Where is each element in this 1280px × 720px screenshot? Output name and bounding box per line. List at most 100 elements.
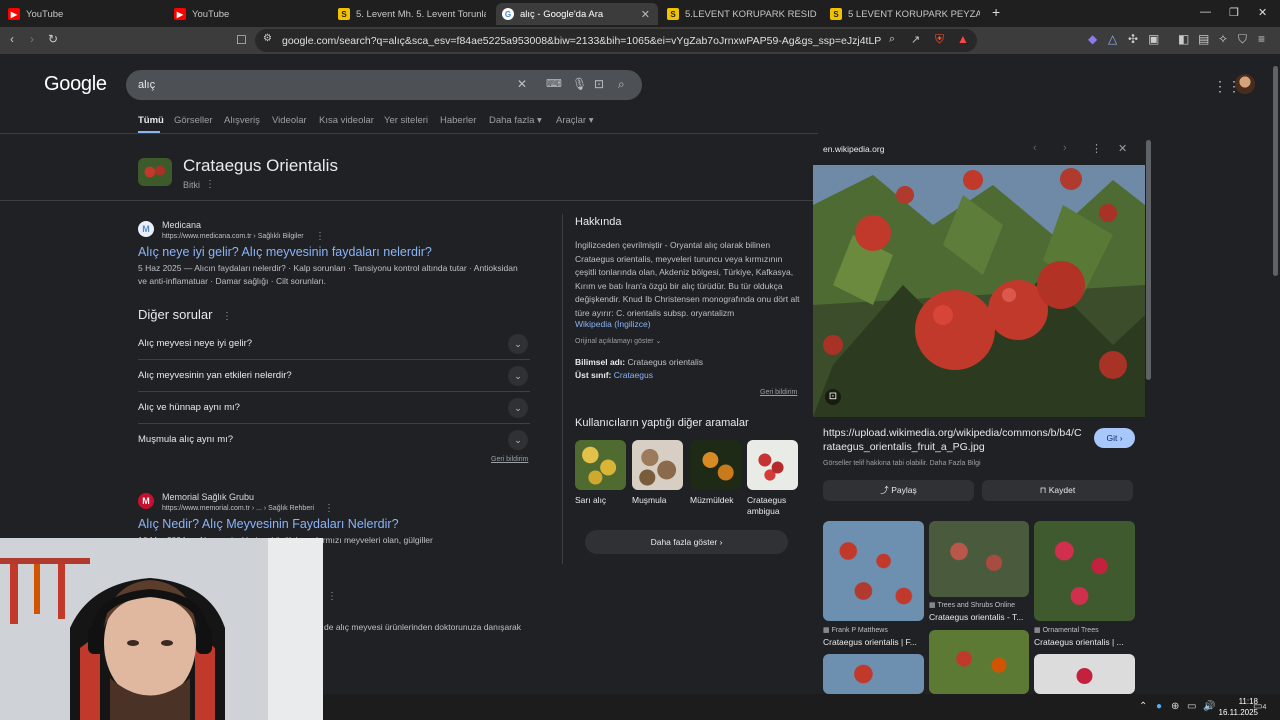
tab-korupark-residence[interactable]: S 5.LEVENT KORUPARK RESIDENCE <box>667 3 817 25</box>
tab-youtube-2[interactable]: ▶ YouTube <box>174 3 332 25</box>
related-search-item[interactable]: Sarı alıç <box>575 440 626 506</box>
related-image[interactable] <box>929 630 1029 694</box>
paa-options-icon[interactable]: ⋮ <box>222 311 232 322</box>
lens-icon[interactable]: ⊡ <box>594 77 604 91</box>
paa-item[interactable]: Alıç meyvesi neye iyi gelir? ⌄ <box>138 328 530 360</box>
tab-more[interactable]: Daha fazla ▾ <box>489 115 542 126</box>
related-image[interactable] <box>1034 521 1135 621</box>
tab-places[interactable]: Yer siteleri <box>384 115 428 126</box>
ai-sparkle-icon[interactable]: ✧ <box>1218 32 1228 46</box>
edge-icon[interactable]: ● <box>1156 701 1162 712</box>
result-title[interactable]: Alıç Nedir? Alıç Meyvesinin Faydaları Ne… <box>138 517 399 531</box>
tab-korupark-peyzaj[interactable]: S 5 LEVENT KORUPARK PEYZAJ MANZ... <box>830 3 980 25</box>
mic-icon[interactable]: 🎙 <box>572 77 587 91</box>
related-image[interactable] <box>1034 654 1135 694</box>
wallet-icon[interactable]: ▤ <box>1198 32 1209 46</box>
save-button[interactable]: ⊓ Kaydet <box>982 480 1133 501</box>
tab-levent-1[interactable]: S 5. Levent Mh. 5. Levent Torunlar Sites… <box>338 3 486 25</box>
leo-ai-icon[interactable]: ◆ <box>1088 32 1097 46</box>
close-panel-icon[interactable]: ✕ <box>1118 142 1127 155</box>
tab-tools[interactable]: Araçlar ▾ <box>556 115 594 126</box>
result-options-icon[interactable]: ⋮ <box>315 231 325 242</box>
clear-icon[interactable]: ✕ <box>517 77 527 91</box>
panel-domain[interactable]: en.wikipedia.org <box>823 144 884 154</box>
media-icon[interactable]: ▣ <box>1148 32 1159 46</box>
more-options-icon[interactable]: ⋮ <box>1091 142 1102 155</box>
result-cite[interactable]: https://www.memorial.com.tr › ... › Sağl… <box>162 505 314 512</box>
new-tab-button[interactable]: + <box>992 4 1000 20</box>
tab-all[interactable]: Tümü <box>138 115 164 126</box>
zoom-search-icon[interactable]: ⌕ <box>889 33 895 46</box>
related-image[interactable] <box>823 654 924 694</box>
show-original-link[interactable]: Orijinal açıklamayı göster ⌄ <box>575 337 661 345</box>
tab-google-search[interactable]: G alıç - Google'da Ara ✕ <box>496 3 658 25</box>
feedback-link[interactable]: Geri bildirim <box>491 456 528 463</box>
notification-icon[interactable]: ▭4 <box>1253 701 1266 712</box>
result-options-icon[interactable]: ⋮ <box>324 503 334 514</box>
display-icon[interactable]: ▭ <box>1187 701 1196 712</box>
related-search-item[interactable]: Muşmula <box>632 440 683 506</box>
page-scrollbar[interactable] <box>1270 54 1280 694</box>
chevron-down-icon[interactable]: ⌄ <box>508 334 528 354</box>
chevron-down-icon[interactable]: ⌄ <box>508 366 528 386</box>
paa-item[interactable]: Muşmula alıç aynı mı? ⌄ <box>138 424 530 456</box>
tab-short-videos[interactable]: Kısa videolar <box>319 115 374 126</box>
menu-icon[interactable]: ≡ <box>1258 32 1265 46</box>
search-box[interactable]: alıç ✕ ⌨ 🎙 ⊡ ⌕ <box>126 70 642 100</box>
url-text[interactable]: google.com/search?q=alıç&sca_esv=f84ae52… <box>282 35 882 47</box>
avatar[interactable] <box>1235 74 1255 94</box>
panel-scrollbar[interactable] <box>1146 140 1151 380</box>
share-icon[interactable]: ↗ <box>911 33 920 46</box>
knowledge-thumbnail[interactable] <box>138 158 172 186</box>
visit-button[interactable]: Git › <box>1094 428 1135 448</box>
paa-item[interactable]: Alıç ve hünnap aynı mı? ⌄ <box>138 392 530 424</box>
tray-overflow-icon[interactable]: ⌃ <box>1139 701 1147 712</box>
related-image[interactable] <box>929 521 1029 597</box>
brave-rewards-icon[interactable]: ▲ <box>957 32 969 46</box>
brave-shield-icon[interactable]: ⛨ <box>935 32 944 47</box>
result-title[interactable]: Alıç neye iyi gelir? Alıç meyvesinin fay… <box>138 245 432 259</box>
wikipedia-link[interactable]: Wikipedia (İngilizce) <box>575 319 651 329</box>
tab-news[interactable]: Haberler <box>440 115 476 126</box>
network-icon[interactable]: ⊕ <box>1171 701 1179 712</box>
scrollbar-thumb[interactable] <box>1273 66 1278 276</box>
related-image[interactable] <box>823 521 924 621</box>
forward-icon[interactable]: › <box>30 32 34 46</box>
previous-image-icon[interactable]: ‹ <box>1033 142 1037 154</box>
share-button[interactable]: ⤴ Paylaş <box>823 480 974 501</box>
reload-icon[interactable]: ↻ <box>48 32 58 46</box>
related-search-item[interactable]: Crataegus ambigua <box>747 440 798 517</box>
chevron-down-icon[interactable]: ⌄ <box>508 430 528 450</box>
close-window-button[interactable]: ✕ <box>1258 6 1267 19</box>
close-tab-icon[interactable]: ✕ <box>641 8 650 21</box>
fact-link[interactable]: Crataegus <box>614 370 653 380</box>
related-search-item[interactable]: Müzmüldek <box>690 440 741 506</box>
lens-search-icon[interactable]: ⊡ <box>825 389 841 405</box>
bookmark-icon[interactable]: ☐ <box>236 33 247 47</box>
back-icon[interactable]: ‹ <box>10 32 14 46</box>
image-url[interactable]: https://upload.wikimedia.org/wikipedia/c… <box>823 426 1085 454</box>
restore-button[interactable]: ❐ <box>1229 6 1239 19</box>
paa-item[interactable]: Alıç meyvesinin yan etkileri nelerdir? ⌄ <box>138 360 530 392</box>
tab-videos[interactable]: Videolar <box>272 115 307 126</box>
tab-youtube-1[interactable]: ▶ YouTube <box>8 3 166 25</box>
site-info-icon[interactable]: ⚙ <box>263 33 272 44</box>
search-input[interactable]: alıç <box>138 79 155 91</box>
show-more-button[interactable]: Daha fazla göster › <box>585 530 788 554</box>
tab-images[interactable]: Görseller <box>174 115 213 126</box>
related-title[interactable]: Crataegus orientalis | ... <box>1034 637 1124 647</box>
minimize-button[interactable]: — <box>1200 6 1211 18</box>
extension-icon[interactable]: △ <box>1108 32 1117 46</box>
chevron-down-icon[interactable]: ⌄ <box>508 398 528 418</box>
feedback-link[interactable]: Geri bildirim <box>760 389 797 396</box>
vpn-icon[interactable]: ⛉ <box>1238 32 1247 47</box>
next-image-icon[interactable]: › <box>1063 142 1067 154</box>
related-title[interactable]: Crataegus orientalis | F... <box>823 637 917 647</box>
related-title[interactable]: Crataegus orientalis - T... <box>929 612 1023 622</box>
sidebar-icon[interactable]: ◧ <box>1178 32 1189 46</box>
result-cite[interactable]: https://www.medicana.com.tr › Sağlıklı B… <box>162 233 304 240</box>
google-logo[interactable]: Google <box>44 73 107 96</box>
tab-shopping[interactable]: Alışveriş <box>224 115 260 126</box>
more-options-icon[interactable]: ⋮ <box>205 179 215 190</box>
search-icon[interactable]: ⌕ <box>618 77 625 92</box>
